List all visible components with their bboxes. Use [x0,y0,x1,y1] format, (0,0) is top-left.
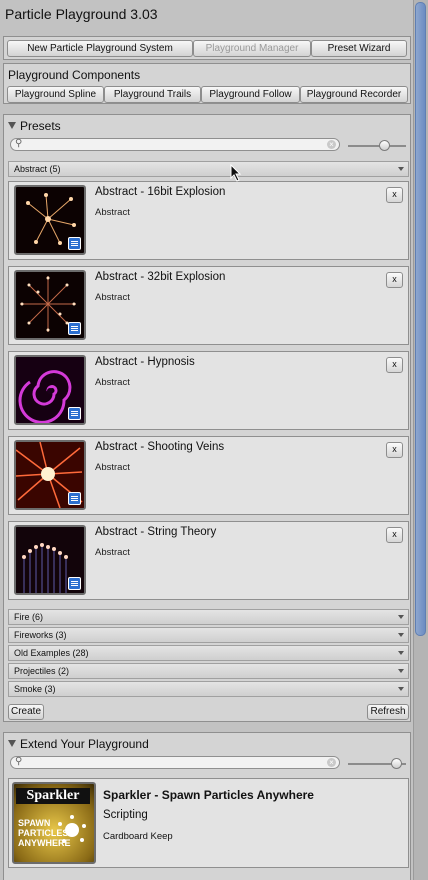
logo-line: ANYWHERE [18,838,71,848]
chevron-down-icon [398,633,404,637]
preset-name: Abstract - Shooting Veins [95,441,225,453]
clear-search-icon[interactable]: × [327,140,336,149]
preset-name: Abstract - String Theory [95,526,217,538]
window-title: Particle Playground 3.03 [5,6,158,22]
foldout-triangle-icon [8,740,16,748]
category-label: Fireworks (3) [14,630,67,640]
asset-publisher: Cardboard Keep [103,831,173,842]
preset-card[interactable]: Abstract - 16bit Explosion Abstract x [8,181,409,260]
component-spline-button[interactable]: Playground Spline [7,86,104,103]
logo-tagline: SPAWN PARTICLES ANYWHERE [18,818,71,848]
preset-category: Abstract [95,207,130,218]
extend-heading: Extend Your Playground [20,737,149,751]
chevron-down-icon [398,651,404,655]
component-follow-button[interactable]: Playground Follow [201,86,300,103]
presets-search-input[interactable]: ⚲ × [10,138,340,151]
components-section: Playground Components Playground Spline … [3,63,411,104]
preset-wizard-button[interactable]: Preset Wizard [311,40,407,57]
rays-thumbnail-icon[interactable] [14,440,86,510]
script-badge-icon [68,492,81,505]
preset-category: Abstract [95,462,130,473]
preset-card[interactable]: Abstract - Shooting Veins Abstract x [8,436,409,515]
presets-header[interactable]: Presets [8,119,61,133]
logo-line: PARTICLES [18,828,69,838]
preset-category: Abstract [95,547,130,558]
category-label: Old Examples (28) [14,648,89,658]
chevron-down-icon [398,687,404,691]
new-system-button[interactable]: New Particle Playground System [7,40,193,57]
slider-knob[interactable] [379,140,390,151]
asset-store-item[interactable]: Sparkler SPAWN PARTICLES ANYWHERE Sparkl… [8,778,409,868]
script-badge-icon [68,407,81,420]
category-label: Smoke (3) [14,684,56,694]
thumbnail-size-slider[interactable] [348,140,406,151]
refresh-presets-button[interactable]: Refresh [367,704,409,720]
scrollbar-thumb[interactable] [415,2,426,636]
preset-category: Abstract [95,377,130,388]
explosion-thumbnail-icon[interactable] [14,185,86,255]
category-fireworks-foldout[interactable]: Fireworks (3) [8,627,409,643]
toolbar: New Particle Playground System Playgroun… [3,36,411,60]
strings-thumbnail-icon[interactable] [14,525,86,595]
foldout-triangle-icon [8,122,16,130]
script-badge-icon [68,237,81,250]
spiral-thumbnail-icon[interactable] [14,355,86,425]
chevron-down-icon [398,669,404,673]
preset-card[interactable]: Abstract - String Theory Abstract x [8,521,409,600]
sparkler-logo: Sparkler SPAWN PARTICLES ANYWHERE [12,782,96,864]
extend-header[interactable]: Extend Your Playground [8,737,149,751]
clear-search-icon[interactable]: × [327,758,336,767]
component-trails-button[interactable]: Playground Trails [104,86,201,103]
presets-section: Presets ⚲ × Abstract (5) Abstract - 16bi… [3,114,411,722]
asset-title: Sparkler - Spawn Particles Anywhere [103,788,314,802]
category-label: Projectiles (2) [14,666,70,676]
search-icon: ⚲ [15,138,23,149]
script-badge-icon [68,577,81,590]
slider-knob[interactable] [391,758,402,769]
extend-thumbnail-size-slider[interactable] [348,758,406,769]
category-label: Abstract (5) [14,164,61,174]
create-preset-button[interactable]: Create [8,704,44,720]
preset-name: Abstract - Hypnosis [95,356,195,368]
burst-thumbnail-icon[interactable] [14,270,86,340]
script-badge-icon [68,322,81,335]
extend-search-input[interactable]: ⚲ × [10,756,340,769]
category-fire-foldout[interactable]: Fire (6) [8,609,409,625]
asset-category: Scripting [103,809,148,821]
preset-card[interactable]: Abstract - 32bit Explosion Abstract x [8,266,409,345]
remove-preset-button[interactable]: x [386,357,403,373]
category-abstract-foldout[interactable]: Abstract (5) [8,161,409,177]
remove-preset-button[interactable]: x [386,442,403,458]
extend-section: Extend Your Playground ⚲ × Sparkler SPAW… [3,732,411,880]
vertical-scrollbar[interactable] [413,0,428,880]
components-heading: Playground Components [8,68,141,82]
remove-preset-button[interactable]: x [386,187,403,203]
chevron-down-icon [398,615,404,619]
preset-name: Abstract - 32bit Explosion [95,271,226,283]
presets-heading: Presets [20,119,61,133]
category-label: Fire (6) [14,612,43,622]
category-old-examples-foldout[interactable]: Old Examples (28) [8,645,409,661]
component-recorder-button[interactable]: Playground Recorder [300,86,408,103]
category-projectiles-foldout[interactable]: Projectiles (2) [8,663,409,679]
remove-preset-button[interactable]: x [386,272,403,288]
preset-card[interactable]: Abstract - Hypnosis Abstract x [8,351,409,430]
preset-category: Abstract [95,292,130,303]
remove-preset-button[interactable]: x [386,527,403,543]
category-smoke-foldout[interactable]: Smoke (3) [8,681,409,697]
search-icon: ⚲ [15,756,23,767]
chevron-down-icon [398,167,404,171]
playground-manager-button[interactable]: Playground Manager [193,40,311,57]
mouse-pointer-icon [230,164,242,182]
logo-line: SPAWN [18,818,51,828]
preset-name: Abstract - 16bit Explosion [95,186,226,198]
